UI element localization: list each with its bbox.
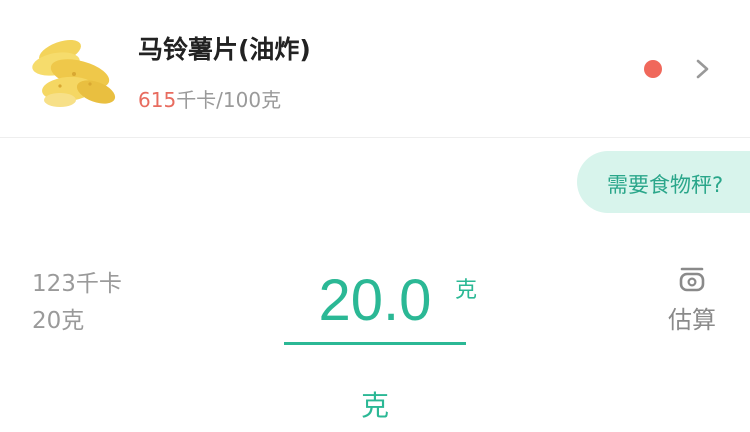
food-calories-unit: 千卡/100克 (176, 88, 282, 112)
estimate-label: 估算 (668, 306, 716, 334)
weight-unit-label: 克 (455, 278, 478, 303)
food-name: 马铃薯片(油炸) (138, 35, 311, 64)
food-calories-value: 615 (138, 88, 177, 112)
food-scale-button[interactable]: 需要食物秤? (577, 151, 750, 213)
food-header[interactable]: 马铃薯片(油炸) 615千卡/100克 (0, 0, 750, 138)
food-calories: 615千卡/100克 (138, 84, 281, 113)
scale-icon (679, 267, 705, 292)
unit-option-gram[interactable]: 克 (355, 384, 395, 424)
potato-chips-image (32, 39, 116, 107)
food-scale-label: 需要食物秤? (607, 173, 724, 197)
weight-input[interactable]: 20.0 (284, 262, 466, 340)
summary-calories: 123千卡 (32, 271, 122, 297)
weight-input-underline (284, 342, 466, 345)
intake-summary: 123千卡 20克 (32, 266, 122, 340)
status-dot (644, 60, 662, 78)
estimate-button[interactable]: 估算 (660, 264, 724, 336)
chevron-right-icon[interactable] (690, 56, 714, 82)
summary-weight: 20克 (32, 308, 85, 334)
